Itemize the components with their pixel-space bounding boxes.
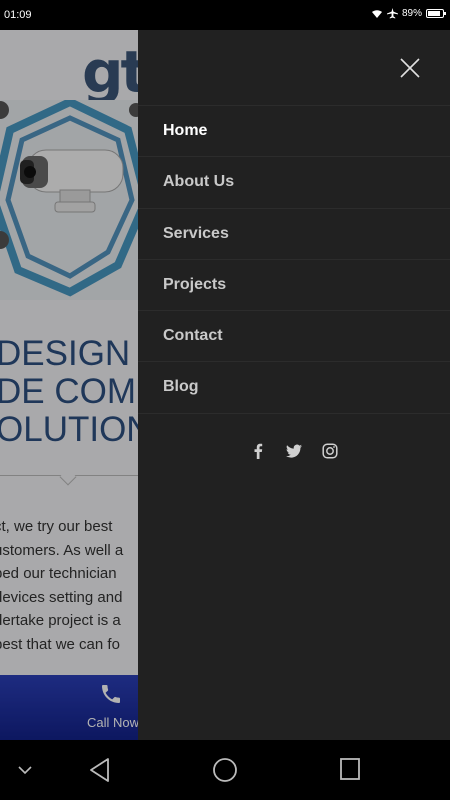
back-icon[interactable]	[88, 757, 112, 783]
status-indicators: 89%	[371, 8, 446, 19]
airplane-icon	[386, 8, 398, 19]
social-links	[138, 443, 450, 459]
navigation-drawer: Home About Us Services Projects Contact …	[138, 30, 450, 740]
menu-item-services[interactable]: Services	[138, 209, 450, 260]
menu-item-home[interactable]: Home	[138, 106, 450, 158]
drawer-menu: Home About Us Services Projects Contact …	[138, 105, 450, 414]
facebook-icon[interactable]	[250, 443, 266, 459]
instagram-icon[interactable]	[322, 443, 338, 459]
chevron-down-icon[interactable]	[17, 764, 33, 776]
wifi-icon	[371, 9, 382, 18]
battery-percent: 89%	[401, 8, 422, 19]
home-icon[interactable]	[212, 757, 238, 783]
battery-icon	[426, 9, 446, 18]
twitter-icon[interactable]	[286, 443, 302, 459]
system-nav-bar	[0, 740, 450, 800]
status-bar: 01:09 89%	[0, 0, 450, 30]
status-time: 01:09	[4, 9, 32, 21]
menu-item-about-us[interactable]: About Us	[138, 157, 450, 209]
menu-item-blog[interactable]: Blog	[138, 362, 450, 414]
menu-item-projects[interactable]: Projects	[138, 260, 450, 312]
recents-icon[interactable]	[339, 757, 361, 781]
close-icon[interactable]	[398, 56, 422, 80]
battery-fill	[428, 11, 440, 16]
menu-item-contact[interactable]: Contact	[138, 311, 450, 363]
